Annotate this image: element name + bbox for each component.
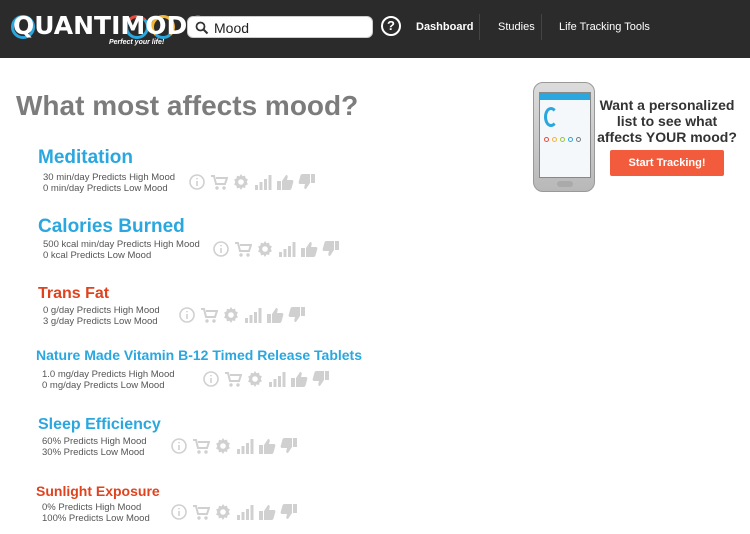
factor-predictions: 0 g/day Predicts High Mood 3 g/day Predi…	[43, 305, 160, 327]
factor-predictions: 30 min/day Predicts High Mood 0 min/day …	[43, 172, 175, 194]
thumbs-down-icon[interactable]	[312, 370, 330, 388]
chart-icon[interactable]	[254, 173, 272, 191]
thumbs-up-icon[interactable]	[258, 437, 276, 455]
nav-divider	[479, 14, 480, 40]
factor-high-prediction: 1.0 mg/day Predicts High Mood	[42, 369, 175, 380]
gear-icon[interactable]	[232, 173, 250, 191]
factor-low-prediction: 30% Predicts Low Mood	[42, 447, 145, 458]
gear-icon[interactable]	[256, 240, 274, 258]
factor-item: Calories Burned	[38, 216, 185, 238]
info-icon[interactable]	[188, 173, 206, 191]
factor-name[interactable]: Sleep Efficiency	[38, 414, 161, 436]
chart-icon[interactable]	[236, 437, 254, 455]
info-icon[interactable]	[178, 306, 196, 324]
factor-actions	[188, 173, 316, 191]
thumbs-up-icon[interactable]	[258, 503, 276, 521]
factor-item: Sleep Efficiency	[38, 414, 161, 436]
factor-predictions: 500 kcal min/day Predicts High Mood 0 kc…	[43, 239, 200, 261]
phone-screen	[539, 92, 591, 178]
cart-icon[interactable]	[192, 503, 211, 521]
factor-high-prediction: 500 kcal min/day Predicts High Mood	[43, 239, 200, 250]
search-box	[187, 16, 373, 38]
info-icon[interactable]	[202, 370, 220, 388]
chart-icon[interactable]	[268, 370, 286, 388]
factor-name[interactable]: Meditation	[38, 147, 133, 169]
info-icon[interactable]	[170, 437, 188, 455]
cart-icon[interactable]	[192, 437, 211, 455]
factor-actions	[212, 240, 340, 258]
nav-dashboard[interactable]: Dashboard	[416, 21, 473, 33]
thumbs-up-icon[interactable]	[266, 306, 284, 324]
factor-low-prediction: 0 kcal Predicts Low Mood	[43, 250, 152, 261]
thumbs-down-icon[interactable]	[288, 306, 306, 324]
nav-divider	[541, 14, 542, 40]
factor-actions	[170, 503, 298, 521]
page-title: What most affects mood?	[16, 90, 359, 121]
nav-life-tracking-tools[interactable]: Life Tracking Tools	[559, 21, 650, 33]
factor-item: Trans Fat	[38, 283, 109, 305]
factor-name[interactable]: Nature Made Vitamin B-12 Timed Release T…	[36, 344, 362, 366]
factor-name[interactable]: Trans Fat	[38, 283, 109, 305]
factor-high-prediction: 0 g/day Predicts High Mood	[43, 305, 160, 316]
chart-icon[interactable]	[244, 306, 262, 324]
phone-home-button	[557, 181, 573, 187]
thumbs-down-icon[interactable]	[280, 437, 298, 455]
info-icon[interactable]	[170, 503, 188, 521]
phone-app-image	[533, 82, 595, 192]
chart-icon[interactable]	[236, 503, 254, 521]
factor-item: Sunlight Exposure	[36, 480, 160, 502]
cart-icon[interactable]	[210, 173, 229, 191]
factor-low-prediction: 3 g/day Predicts Low Mood	[43, 316, 158, 327]
factor-actions	[202, 370, 330, 388]
top-navbar: QUANTIMODO Perfect your life! ? Dashboar…	[0, 0, 750, 58]
info-icon[interactable]	[212, 240, 230, 258]
factor-low-prediction: 100% Predicts Low Mood	[42, 513, 150, 524]
cart-icon[interactable]	[234, 240, 253, 258]
thumbs-up-icon[interactable]	[290, 370, 308, 388]
factor-high-prediction: 30 min/day Predicts High Mood	[43, 172, 176, 183]
nav-studies[interactable]: Studies	[498, 21, 535, 33]
factor-predictions: 0% Predicts High Mood 100% Predicts Low …	[42, 502, 150, 524]
thumbs-down-icon[interactable]	[322, 240, 340, 258]
factor-low-prediction: 0 mg/day Predicts Low Mood	[42, 380, 165, 391]
factor-high-prediction: 0% Predicts High Mood	[42, 502, 142, 513]
promo-text: Want a personalized list to see what aff…	[597, 97, 737, 145]
factor-actions	[170, 437, 298, 455]
phone-app-bar	[540, 93, 590, 100]
phone-chart-icon	[544, 107, 558, 127]
thumbs-up-icon[interactable]	[300, 240, 318, 258]
factor-name[interactable]: Sunlight Exposure	[36, 480, 160, 502]
gear-icon[interactable]	[214, 437, 232, 455]
factor-actions	[178, 306, 306, 324]
thumbs-up-icon[interactable]	[276, 173, 294, 191]
factor-item: Meditation	[38, 147, 133, 169]
factor-predictions: 1.0 mg/day Predicts High Mood 0 mg/day P…	[42, 369, 175, 391]
logo-tagline: Perfect your life!	[109, 39, 165, 46]
gear-icon[interactable]	[214, 503, 232, 521]
factor-predictions: 60% Predicts High Mood 30% Predicts Low …	[42, 436, 147, 458]
search-icon	[195, 21, 209, 35]
logo-text: QUANTIMODO	[13, 11, 209, 40]
search-input[interactable]	[214, 18, 369, 37]
chart-icon[interactable]	[278, 240, 296, 258]
quantimodo-logo[interactable]: QUANTIMODO Perfect your life!	[11, 11, 209, 47]
cart-icon[interactable]	[224, 370, 243, 388]
gear-icon[interactable]	[246, 370, 264, 388]
factor-high-prediction: 60% Predicts High Mood	[42, 436, 147, 447]
factor-low-prediction: 0 min/day Predicts Low Mood	[43, 183, 168, 194]
thumbs-down-icon[interactable]	[298, 173, 316, 191]
factor-item: Nature Made Vitamin B-12 Timed Release T…	[36, 344, 362, 366]
gear-icon[interactable]	[222, 306, 240, 324]
help-icon[interactable]: ?	[381, 16, 401, 36]
factor-name[interactable]: Calories Burned	[38, 216, 185, 238]
phone-mood-icons	[544, 137, 590, 143]
thumbs-down-icon[interactable]	[280, 503, 298, 521]
start-tracking-button[interactable]: Start Tracking!	[610, 150, 724, 176]
cart-icon[interactable]	[200, 306, 219, 324]
